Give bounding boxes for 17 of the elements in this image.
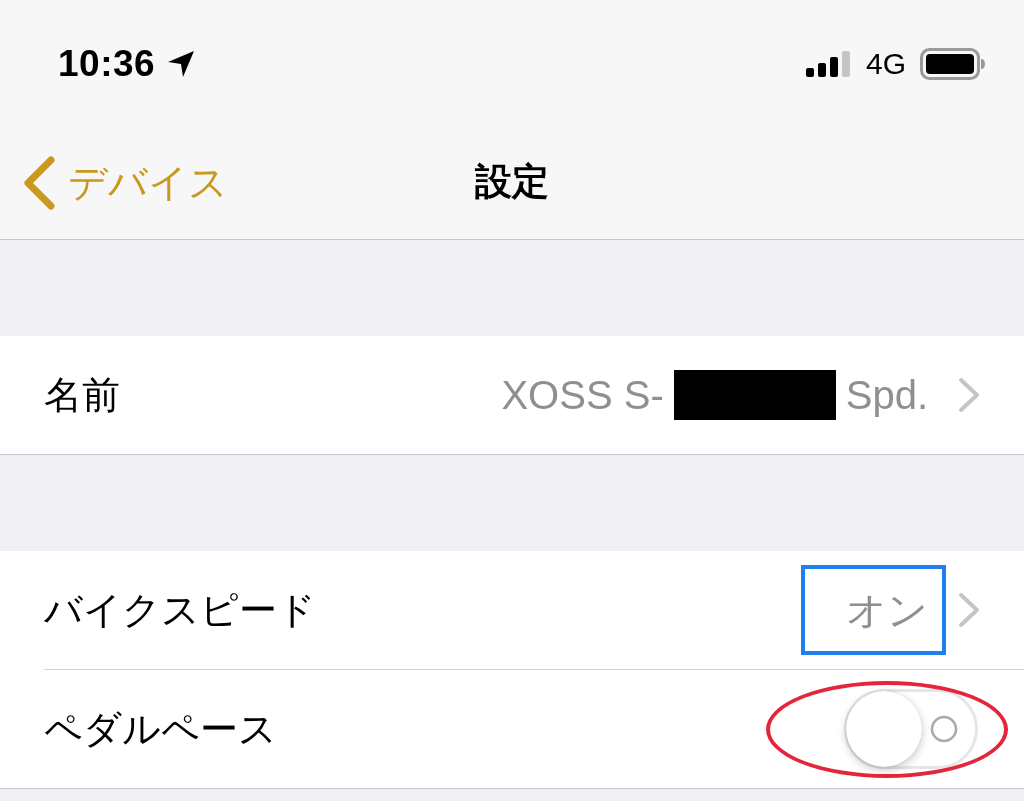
network-label: 4G [865,47,906,81]
chevron-icon [958,377,980,413]
ring-icon [930,715,958,743]
row-value: Spd. [845,372,928,418]
row-label: ペダルペース [44,706,277,752]
nav-title: 設定 [475,159,549,204]
status-time: 10:36 [58,43,156,85]
battery-icon [920,48,986,80]
signal-icon [805,51,852,77]
row-label: 名前 [44,372,120,418]
row-value: オン [846,586,928,634]
row-label: バイクスピード [44,587,316,633]
location-arrow-icon [167,50,196,78]
chevron-left-icon [22,156,56,210]
toggle-switch[interactable] [844,689,978,769]
chevron-icon [958,592,980,628]
row-value: XOSS S- [501,372,664,418]
